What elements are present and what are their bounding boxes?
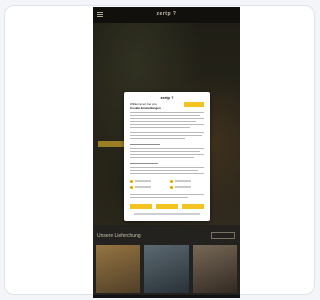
accept-all-button[interactable] [182, 204, 204, 209]
bottom-bar [93, 295, 240, 298]
text-line [130, 124, 204, 125]
dialog-subheading: Cookie-Einstellungen [130, 106, 161, 110]
dialog-footer-links[interactable] [134, 213, 200, 215]
text-line [130, 154, 204, 155]
cookie-consent-dialog: zertp ? Willkommen bei uns Cookie-Einste… [124, 92, 210, 221]
consent-options-row [130, 180, 204, 183]
text-line [130, 112, 204, 113]
text-line [130, 197, 188, 198]
text-line [130, 127, 190, 128]
text-line [130, 118, 204, 119]
consent-options-row [130, 186, 204, 189]
text-line [130, 170, 198, 171]
checkbox-icon[interactable] [130, 186, 133, 189]
text-line [130, 132, 204, 133]
checkbox-icon[interactable] [170, 186, 173, 189]
reject-button[interactable] [130, 204, 152, 209]
checkbox-icon[interactable] [130, 180, 133, 183]
phone-screenshot: zertp ? Unsere Lieferchung zertp ? Willk… [93, 7, 240, 298]
text-line [130, 121, 196, 122]
text-line [130, 144, 160, 145]
text-line [130, 194, 204, 195]
text-line [130, 163, 158, 164]
accept-top-button[interactable] [184, 102, 204, 107]
save-settings-button[interactable] [156, 204, 178, 209]
checkbox-icon[interactable] [170, 180, 173, 183]
text-line [130, 151, 200, 152]
text-line [130, 148, 204, 149]
text-line [130, 173, 204, 174]
text-line [130, 138, 185, 139]
text-line [130, 157, 194, 158]
text-line [130, 115, 200, 116]
text-line [130, 135, 202, 136]
dialog-logo: zertp ? [160, 95, 174, 100]
text-line [130, 167, 204, 168]
